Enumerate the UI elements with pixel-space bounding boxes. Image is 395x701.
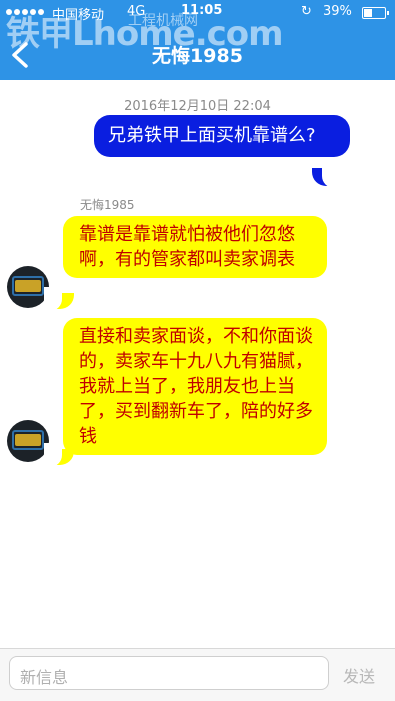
incoming-message[interactable]: 靠谱是靠谱就怕被他们忽悠啊，有的管家都叫卖家调表 [63, 216, 327, 278]
avatar[interactable] [7, 266, 49, 308]
battery-fill [364, 9, 372, 17]
message-timestamp: 2016年12月10日 22:04 [124, 99, 271, 114]
battery-icon [362, 7, 389, 19]
incoming-message[interactable]: 直接和卖家面谈，不和你面谈的，卖家车十九八九有猫腻，我就上当了，我朋友也上当了，… [63, 318, 327, 455]
header-bar: 中国移动 4G 11:05 ↻ 39% 铁甲Lhome.com 工程机械网 无悔… [0, 0, 395, 80]
conversation-title: 无悔1985 [152, 45, 243, 67]
sender-name: 无悔1985 [80, 198, 135, 212]
watermark-subtitle: 工程机械网 [128, 13, 198, 29]
message-input[interactable]: 新信息 [9, 656, 329, 690]
message-composer: 新信息 发送 [0, 648, 395, 701]
outgoing-message[interactable]: 兄弟铁甲上面买机靠谱么? [94, 115, 350, 157]
orientation-lock-icon: ↻ [301, 4, 312, 19]
avatar[interactable] [7, 420, 49, 462]
send-button[interactable]: 发送 [343, 663, 375, 687]
battery-percent: 39% [323, 4, 352, 19]
